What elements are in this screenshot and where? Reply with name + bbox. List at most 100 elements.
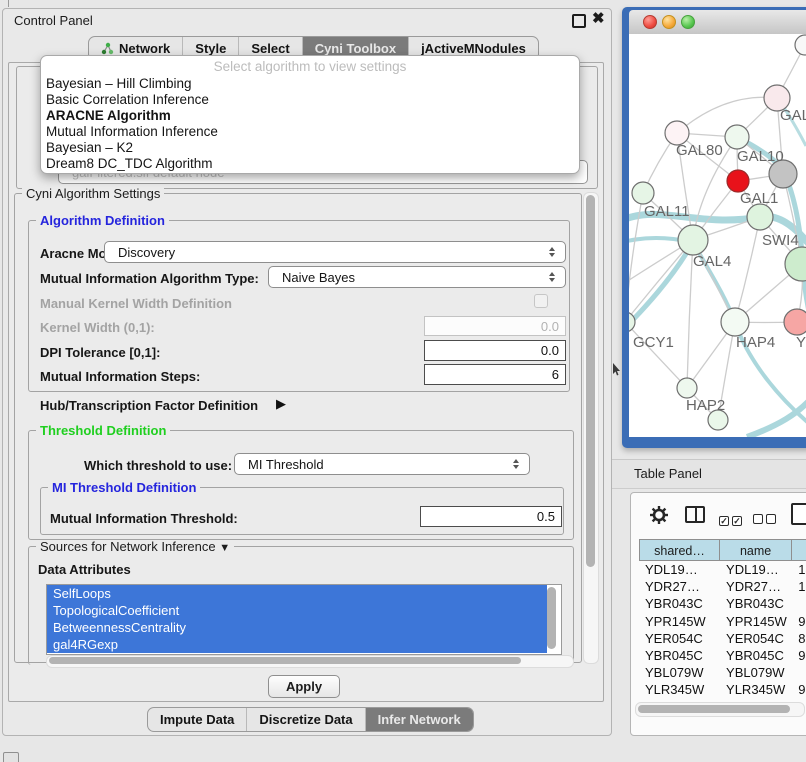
algorithm-option[interactable]: Mutual Information Inference — [46, 124, 218, 139]
minimize-traffic-light-icon[interactable] — [662, 15, 676, 29]
table-column-header[interactable]: A — [792, 539, 806, 561]
table-row[interactable]: YBR045CYBR045C9. — [639, 647, 806, 664]
kernel-width-input[interactable]: 0.0 — [424, 316, 566, 336]
mi-threshold-input[interactable]: 0.5 — [420, 506, 562, 527]
zoom-traffic-light-icon[interactable] — [681, 15, 695, 29]
table-cell: 13 — [792, 562, 806, 577]
table-row[interactable]: YLR345WYLR345W9. — [639, 681, 806, 698]
table-panel-title: Table Panel — [634, 466, 702, 481]
apply-button[interactable]: Apply — [268, 675, 340, 698]
cyni-algorithm-settings-title: Cyni Algorithm Settings — [22, 187, 164, 200]
table-cell: YPR145W — [720, 614, 792, 629]
network-node-label: GAL10 — [737, 148, 784, 165]
network-node[interactable] — [632, 182, 654, 204]
minimized-panel-icon[interactable] — [3, 752, 19, 762]
table-row[interactable]: YDL19…YDL19…13 — [639, 561, 806, 578]
tab-label: Infer Network — [378, 712, 461, 727]
tab-label: jActiveMNodules — [421, 41, 526, 56]
network-node[interactable] — [784, 309, 806, 335]
close-icon[interactable]: ✖ — [592, 9, 605, 27]
manual-kernel-label: Manual Kernel Width Definition — [40, 296, 232, 311]
mi-type-combo[interactable]: Naive Bayes — [268, 266, 566, 288]
table-cell: YBR045C — [720, 648, 792, 663]
network-node-label: GAL11 — [644, 203, 690, 220]
attr-list-hscrollbar-track[interactable] — [46, 655, 574, 668]
table-cell: 9. — [792, 614, 806, 629]
algorithm-option[interactable]: ARACNE Algorithm — [46, 108, 171, 123]
table-hscrollbar-thumb[interactable] — [638, 705, 790, 713]
table-column-header[interactable]: name — [720, 539, 792, 561]
export-table-icon[interactable] — [791, 503, 806, 525]
data-attributes-label: Data Attributes — [38, 562, 131, 577]
bottom-tab-infer-network[interactable]: Infer Network — [366, 708, 473, 731]
attr-list-hscrollbar-thumb[interactable] — [49, 657, 521, 664]
network-node[interactable] — [795, 35, 806, 55]
data-attributes-list[interactable]: SelfLoopsTopologicalCoefficientBetweenne… — [46, 584, 562, 655]
network-node-label: HAP4 — [736, 334, 775, 351]
mi-steps-input[interactable]: 6 — [424, 364, 566, 385]
unselect-columns-icon[interactable] — [753, 511, 779, 529]
network-edge[interactable] — [677, 97, 777, 133]
dpi-tolerance-input[interactable]: 0.0 — [424, 340, 566, 361]
kernel-width-label: Kernel Width (0,1): — [40, 320, 155, 335]
network-node[interactable] — [678, 225, 708, 255]
network-node-label: GCY1 — [633, 334, 674, 351]
collapse-down-icon[interactable]: ▼ — [219, 542, 230, 554]
table-row[interactable]: YIL052CYIL052C9 — [639, 699, 806, 701]
table-row[interactable]: YBL079WYBL079W — [639, 664, 806, 681]
attr-list-scrollbar-thumb[interactable] — [547, 587, 556, 649]
network-canvas[interactable]: GALGAL80GAL10GAL1GAL11SWI4GAL4GCY1HAP4YH… — [629, 34, 806, 437]
algorithm-option[interactable]: Bayesian – Hill Climbing — [46, 76, 192, 91]
which-threshold-combo[interactable]: MI Threshold — [234, 453, 530, 475]
bottom-tab-discretize-data[interactable]: Discretize Data — [247, 708, 365, 731]
algorithm-placeholder: Select algorithm to view settings — [41, 59, 579, 74]
select-checked-columns-icon[interactable]: ✓✓ — [719, 511, 745, 529]
network-node-label: GAL — [780, 107, 806, 124]
attribute-list-item[interactable]: gal4RGexp — [47, 636, 547, 653]
table-row[interactable]: YPR145WYPR145W9. — [639, 613, 806, 630]
network-edge[interactable] — [629, 240, 693, 322]
network-edge[interactable] — [747, 394, 806, 437]
network-node-label: GAL1 — [740, 190, 778, 207]
settings-scrollbar-thumb[interactable] — [586, 195, 595, 567]
network-edge[interactable] — [629, 322, 687, 388]
algorithm-option[interactable]: Bayesian – K2 — [46, 140, 133, 155]
mi-type-value: Naive Bayes — [282, 267, 355, 287]
tab-label: Select — [251, 41, 289, 56]
bottom-tabbar: Impute DataDiscretize Data Infer Network — [147, 707, 474, 732]
table-row[interactable]: YBR043CYBR043C — [639, 595, 806, 612]
algorithm-option[interactable]: Dream8 DC_TDC Algorithm — [46, 156, 213, 171]
algorithm-option[interactable]: Basic Correlation Inference — [46, 92, 209, 107]
network-node[interactable] — [747, 204, 773, 230]
bottom-tab-impute-data[interactable]: Impute Data — [148, 708, 247, 731]
attribute-list-item[interactable]: SelfLoops — [47, 585, 547, 602]
table-hscrollbar-track[interactable] — [635, 702, 805, 717]
network-node[interactable] — [677, 378, 697, 398]
settings-scrollbar-track[interactable] — [583, 192, 599, 664]
network-icon — [101, 42, 114, 55]
split-columns-icon[interactable] — [685, 506, 705, 523]
network-node[interactable] — [727, 170, 749, 192]
sources-group-title[interactable]: Sources for Network Inference ▼ — [36, 540, 234, 555]
network-node[interactable] — [725, 125, 749, 149]
network-edge[interactable] — [629, 242, 693, 332]
attribute-list-item[interactable]: BetweennessCentrality — [47, 619, 547, 636]
gear-icon[interactable] — [649, 505, 669, 525]
table-row[interactable]: YDR27…YDR27…12 — [639, 578, 806, 595]
float-panel-icon[interactable] — [572, 14, 586, 28]
network-edge[interactable] — [735, 217, 760, 322]
manual-kernel-checkbox[interactable] — [534, 294, 548, 308]
table-cell: YDL19… — [720, 562, 792, 577]
network-node[interactable] — [721, 308, 749, 336]
table-cell: YPR145W — [639, 614, 720, 629]
control-panel-title: Control Panel — [14, 13, 93, 28]
network-node-label: GAL80 — [676, 142, 723, 159]
table-row[interactable]: YER054CYER054C8. — [639, 630, 806, 647]
aracne-mode-combo[interactable]: Discovery — [104, 241, 566, 263]
expand-right-icon[interactable]: ▶ — [276, 396, 286, 412]
hub-definition-label[interactable]: Hub/Transcription Factor Definition — [40, 398, 258, 413]
table-column-header[interactable]: shared… — [639, 539, 720, 561]
attribute-list-item[interactable]: TopologicalCoefficient — [47, 602, 547, 619]
close-traffic-light-icon[interactable] — [643, 15, 657, 29]
table-cell: YDL19… — [639, 562, 720, 577]
